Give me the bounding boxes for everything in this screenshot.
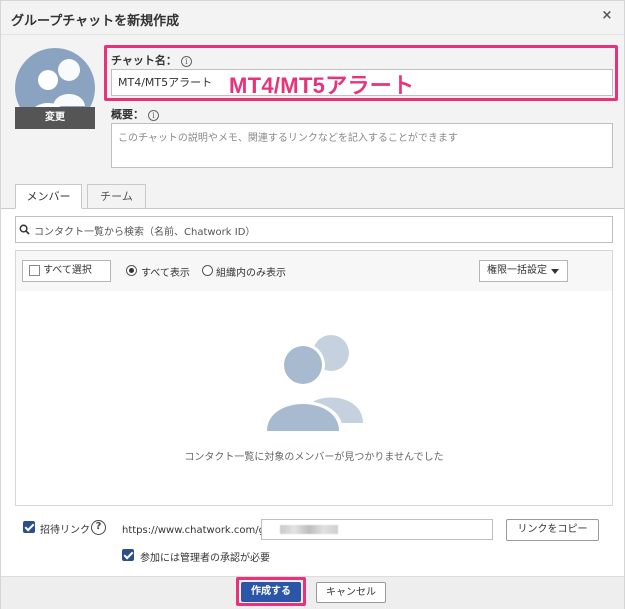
dialog-footer — [1, 576, 624, 609]
close-icon[interactable]: × — [600, 9, 614, 23]
search-placeholder: コンタクト一覧から検索（名前、Chatwork ID） — [34, 227, 256, 238]
cancel-button[interactable]: キャンセル — [316, 582, 386, 603]
change-avatar-button[interactable]: 変更 — [15, 107, 95, 129]
tab-members[interactable]: メンバー — [15, 184, 82, 209]
tab-teams[interactable]: チーム — [87, 184, 146, 209]
redacted-url-text — [280, 525, 338, 534]
invite-link-label: 招待リンク — [40, 525, 90, 536]
description-label-wrap: 概要： i — [111, 106, 159, 122]
bulk-permissions-label: 権限一括設定 — [487, 265, 547, 276]
copy-link-button[interactable]: リンクをコピー — [506, 519, 599, 541]
chat-name-label: チャット名： — [111, 54, 177, 67]
people-icon — [263, 335, 363, 431]
description-label: 概要： — [111, 108, 144, 121]
invite-url-input[interactable] — [261, 519, 493, 540]
invite-link-checkbox[interactable] — [23, 521, 35, 533]
select-all-label: すべて選択 — [43, 265, 92, 276]
approval-required-label: 参加には管理者の承認が必要 — [140, 553, 270, 564]
search-icon — [19, 224, 30, 235]
dialog-titlebar: グループチャットを新規作成 × — [1, 1, 624, 35]
create-group-chat-dialog: グループチャットを新規作成 × 変更 チャット名： i MT4/MT5アラート M… — [0, 0, 625, 609]
help-icon[interactable]: ? — [91, 520, 106, 535]
chat-name-label-wrap: チャット名： i — [111, 52, 192, 68]
radio-show-all[interactable] — [126, 265, 137, 276]
dialog-title: グループチャットを新規作成 — [11, 14, 180, 29]
members-toolbar: すべて選択 すべて表示 組織内のみ表示 権限一括設定 — [16, 251, 612, 291]
chat-name-annotation: MT4/MT5アラート — [229, 73, 415, 98]
approval-required-checkbox[interactable] — [122, 549, 134, 561]
radio-org-only[interactable] — [202, 265, 213, 276]
empty-state-message: コンタクト一覧に対象のメンバーが見つかりませんでした — [184, 452, 444, 463]
info-icon[interactable]: i — [148, 110, 159, 121]
chevron-down-icon — [551, 269, 559, 274]
info-icon[interactable]: i — [180, 56, 192, 67]
radio-org-only-label: 組織内のみ表示 — [216, 268, 286, 279]
create-button[interactable]: 作成する — [241, 582, 301, 602]
checkbox-icon — [29, 265, 40, 276]
select-all-button[interactable]: すべて選択 — [22, 260, 111, 282]
description-textarea[interactable]: このチャットの説明やメモ、関連するリンクなどを記入することができます — [111, 123, 613, 168]
invite-url-prefix: https://www.chatwork.com/g/ — [122, 525, 269, 536]
members-list-area: すべて選択 すべて表示 組織内のみ表示 権限一括設定 コンタクト一覧に対象のメン… — [15, 250, 613, 506]
contact-search-input[interactable]: コンタクト一覧から検索（名前、Chatwork ID） — [15, 216, 613, 243]
radio-show-all-label: すべて表示 — [141, 268, 190, 279]
bulk-permissions-dropdown[interactable]: 権限一括設定 — [479, 260, 568, 282]
